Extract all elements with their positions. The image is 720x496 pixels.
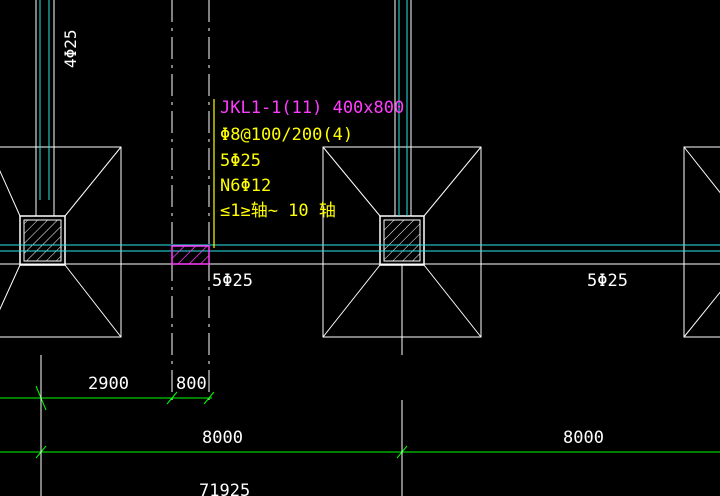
foundation-pad-right (683, 146, 720, 338)
dim-2900: 2900 (88, 374, 129, 394)
beam-name-label: JKL1-1(11) 400x800 (220, 98, 404, 118)
bottom-rebar-label-left: 5Φ25 (212, 271, 253, 291)
column-center (379, 215, 425, 266)
dim-8000-right: 8000 (563, 428, 604, 448)
column-rebar-label: 4Φ25 (61, 29, 80, 68)
cad-drawing: JKL1-1(11) 400x800 Φ8@100/200(4) 5Φ25 N6… (0, 0, 720, 496)
cad-drawing-canvas[interactable]: JKL1-1(11) 400x800 Φ8@100/200(4) 5Φ25 N6… (0, 0, 720, 496)
dimension-lines (0, 385, 720, 459)
column-left (19, 215, 66, 266)
dim-8000-left: 8000 (202, 428, 243, 448)
dim-800: 800 (176, 374, 207, 394)
vertical-lines (35, 0, 412, 400)
beam-top-rebar-label: 5Φ25 (220, 151, 261, 171)
beam-span-range-label: ≤1≥轴~ 10 轴 (220, 201, 336, 221)
beam-side-rebar-label: N6Φ12 (220, 176, 271, 196)
beam-lines (0, 244, 720, 265)
beam-stirrup-label: Φ8@100/200(4) (220, 125, 353, 145)
dim-total: 71925 (199, 481, 250, 496)
bottom-rebar-label-right: 5Φ25 (587, 271, 628, 291)
beam-section-hatch (171, 245, 210, 265)
